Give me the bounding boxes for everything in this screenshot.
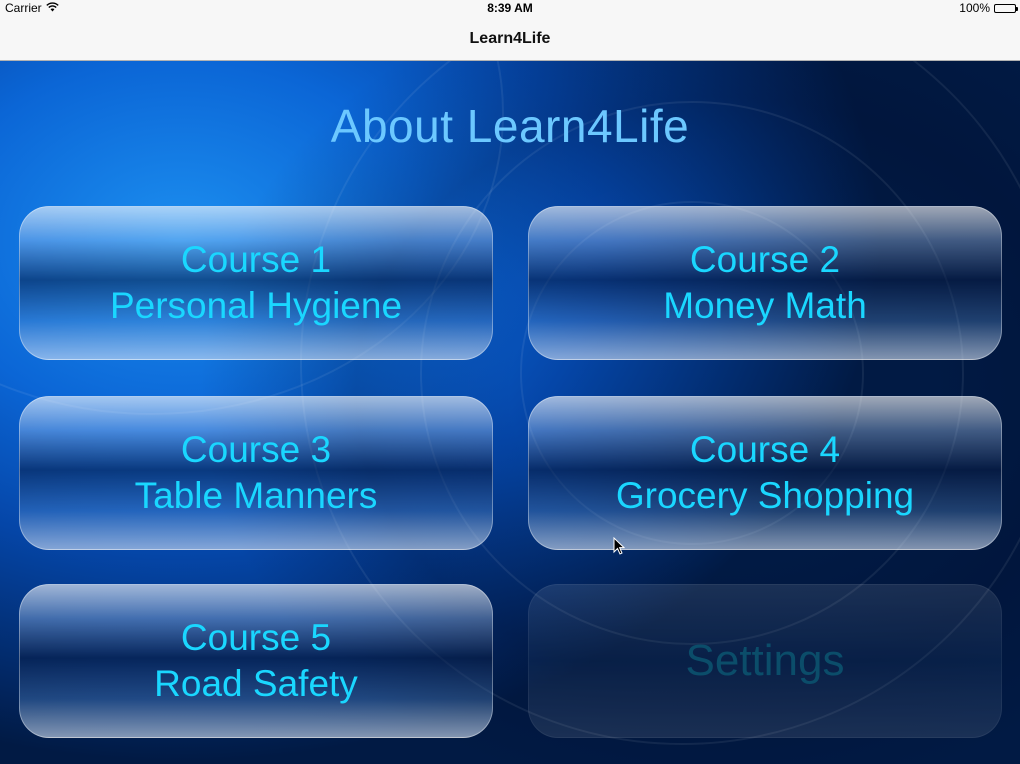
course-2-button[interactable]: Course 2 Money Math — [528, 206, 1002, 360]
course-1-button[interactable]: Course 1 Personal Hygiene — [19, 206, 493, 360]
course-name-label: Road Safety — [154, 663, 358, 704]
page-title[interactable]: About Learn4Life — [0, 99, 1020, 153]
main-content: About Learn4Life Course 1 Personal Hygie… — [0, 61, 1020, 764]
course-5-button[interactable]: Course 5 Road Safety — [19, 584, 493, 738]
settings-button[interactable]: Settings — [528, 584, 1002, 738]
course-number-label: Course 1 — [180, 239, 332, 280]
course-number-label: Course 5 — [180, 617, 332, 658]
status-bar: Carrier 8:39 AM 100% — [0, 0, 1020, 16]
course-name-label: Money Math — [663, 285, 867, 326]
course-name-label: Personal Hygiene — [109, 285, 403, 326]
course-name-label: Table Manners — [134, 475, 378, 516]
battery-icon — [994, 3, 1018, 13]
nav-title: Learn4Life — [469, 30, 551, 47]
course-number-label: Course 3 — [180, 429, 332, 470]
course-number-label: Course 2 — [689, 239, 841, 280]
status-right: 100% — [959, 1, 1018, 15]
mouse-cursor-icon — [613, 537, 625, 555]
navigation-bar: Learn4Life — [0, 16, 1020, 61]
course-name-label: Grocery Shopping — [615, 475, 915, 516]
battery-percent: 100% — [959, 1, 990, 15]
course-number-label: Course 4 — [689, 429, 841, 470]
settings-label: Settings — [685, 636, 845, 685]
course-3-button[interactable]: Course 3 Table Manners — [19, 396, 493, 550]
status-time: 8:39 AM — [487, 1, 533, 15]
course-4-button[interactable]: Course 4 Grocery Shopping — [528, 396, 1002, 550]
